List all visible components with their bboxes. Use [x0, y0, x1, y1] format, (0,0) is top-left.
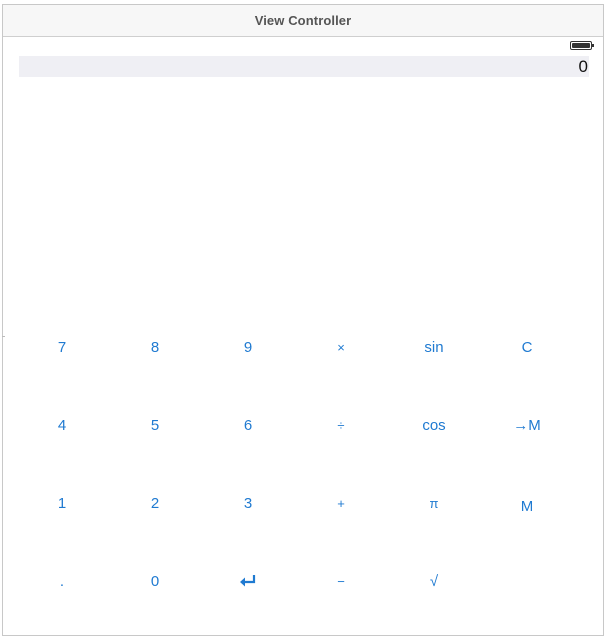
key-4[interactable]: 4: [22, 410, 102, 440]
layout-guide-mark: [2, 336, 5, 337]
key-cos[interactable]: cos: [394, 410, 474, 440]
calculator-display: 0: [19, 56, 589, 77]
key-0[interactable]: 0: [115, 566, 195, 596]
return-arrow-icon: [239, 574, 257, 588]
key-square-root[interactable]: √: [394, 566, 474, 596]
key-pi[interactable]: π: [394, 488, 474, 518]
key-multiply[interactable]: ×: [301, 332, 381, 362]
key-5[interactable]: 5: [115, 410, 195, 440]
key-plus[interactable]: +: [301, 488, 381, 518]
key-decimal[interactable]: .: [22, 566, 102, 596]
key-8[interactable]: 8: [115, 332, 195, 362]
key-sin[interactable]: sin: [394, 332, 474, 362]
key-store-memory[interactable]: →M: [487, 410, 567, 440]
key-6[interactable]: 6: [208, 410, 288, 440]
display-value: 0: [578, 56, 588, 76]
scene-title-bar: View Controller: [3, 5, 603, 37]
key-divide[interactable]: ÷: [301, 410, 381, 440]
key-2[interactable]: 2: [115, 488, 195, 518]
battery-icon: [570, 41, 594, 50]
key-minus[interactable]: −: [301, 566, 381, 596]
key-3[interactable]: 3: [208, 488, 288, 518]
key-1[interactable]: 1: [22, 488, 102, 518]
key-memory[interactable]: M: [487, 491, 567, 521]
storyboard-scene: View Controller 0 7 8 9 × sin C 4 5 6 ÷ …: [2, 4, 604, 636]
key-enter[interactable]: [208, 566, 288, 596]
key-9[interactable]: 9: [208, 332, 288, 362]
scene-title: View Controller: [254, 13, 352, 28]
key-clear[interactable]: C: [487, 332, 567, 362]
key-7[interactable]: 7: [22, 332, 102, 362]
